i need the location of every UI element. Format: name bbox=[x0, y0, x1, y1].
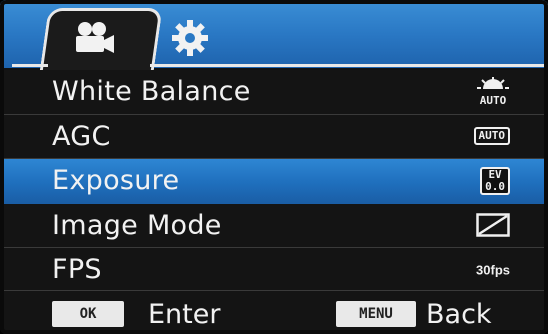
white-balance-auto-text: AUTO bbox=[480, 94, 507, 107]
menu-item-agc[interactable]: AGC AUTO bbox=[0, 114, 548, 159]
menu-button[interactable]: MENU bbox=[336, 301, 416, 327]
fps-value: 30fps bbox=[476, 262, 510, 278]
image-mode-icon bbox=[476, 213, 510, 237]
menu-item-image-mode[interactable]: Image Mode bbox=[0, 203, 548, 248]
menu-item-label: White Balance bbox=[52, 76, 251, 108]
menu-item-label: FPS bbox=[52, 254, 102, 286]
footer-bar: OK Enter MENU Back bbox=[0, 290, 548, 334]
back-label: Back bbox=[426, 299, 492, 330]
exposure-ev-icon: EV 0.0 bbox=[480, 166, 510, 195]
agc-auto-icon: AUTO bbox=[473, 127, 510, 146]
menu-item-fps[interactable]: FPS 30fps bbox=[0, 248, 548, 293]
ok-button[interactable]: OK bbox=[52, 301, 124, 327]
menu-item-white-balance[interactable]: White Balance AUTO bbox=[0, 70, 548, 115]
camera-icon[interactable] bbox=[72, 20, 116, 56]
menu-item-label: Exposure bbox=[52, 165, 180, 197]
menu-item-label: AGC bbox=[52, 120, 111, 152]
tab-divider bbox=[12, 64, 48, 67]
menu-item-exposure[interactable]: Exposure EV 0.0 bbox=[0, 159, 548, 204]
gear-icon[interactable] bbox=[170, 18, 210, 58]
fps-icon: 30fps bbox=[476, 262, 510, 277]
camera-menu-screen: White Balance AUTO AGC AUTO Exposure EV … bbox=[0, 0, 548, 334]
settings-menu: White Balance AUTO AGC AUTO Exposure EV … bbox=[0, 70, 548, 293]
exposure-ev-value: 0.0 bbox=[485, 179, 505, 193]
white-balance-auto-icon: AUTO bbox=[476, 76, 510, 107]
menu-item-label: Image Mode bbox=[52, 209, 222, 241]
enter-label: Enter bbox=[148, 299, 221, 330]
tab-divider bbox=[150, 64, 548, 67]
agc-auto-badge: AUTO bbox=[473, 127, 510, 146]
